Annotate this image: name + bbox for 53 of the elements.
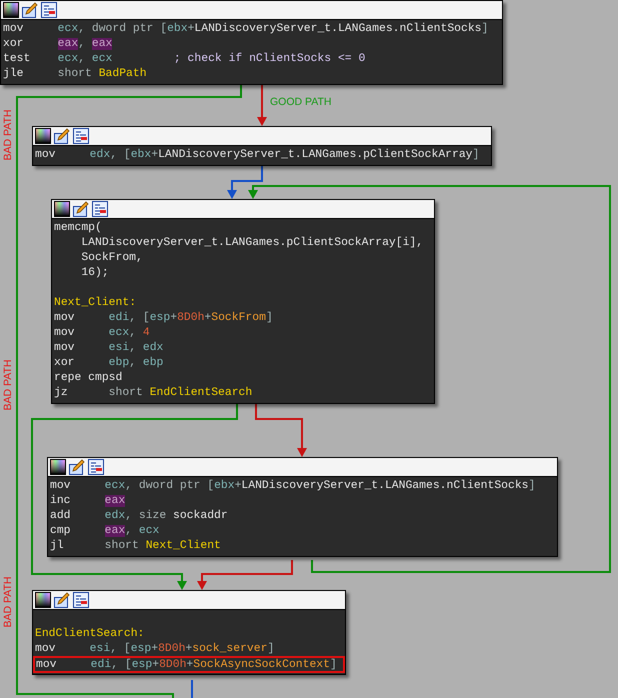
code-line: mov ecx, dword ptr [ebx+LANDiscoveryServer_t.LANGames.nClientSocks] (3, 22, 490, 37)
code-line: mov ecx, dword ptr [ebx+LANDiscoveryServer_t.LANGames.nClientSocks] (50, 479, 536, 494)
graph-icon[interactable] (73, 592, 89, 608)
edge-label: GOOD PATH (270, 96, 332, 108)
graph-icon[interactable] (41, 2, 57, 18)
code-block[interactable]: mov edx, [ebx+LANDiscoveryServer_t.LANGames.pClientSockArray] (32, 126, 492, 166)
color-palette-icon[interactable] (35, 128, 51, 144)
edge-arrow (227, 180, 237, 199)
code-line: test ecx, ecx ; check if nClientSocks <= 0 (3, 52, 366, 67)
color-palette-icon[interactable] (35, 592, 51, 608)
edge-arrow (177, 573, 187, 590)
code-line: xor eax, eax (3, 37, 114, 52)
code-line: inc eax (50, 494, 126, 509)
pencil-icon[interactable] (22, 2, 38, 18)
pencil-icon[interactable] (54, 592, 70, 608)
code-label: Next_Client: (54, 296, 138, 311)
code-line: xor ebp, ebp (54, 356, 164, 371)
graph-icon[interactable] (92, 201, 108, 217)
edge-arrow (257, 85, 267, 126)
edge-label: BAD PATH (2, 576, 14, 628)
code-block[interactable]: memcmp( LANDiscoveryServer_t.LANGames.pClientSockArray[i], SockFrom, 16); Next_Client: mov edi, [esp+8D0h+SockFrom] mov ecx, 4 mov esi, edx xor ebp, ebp repe cmpsd jz short EndClientSearch (51, 199, 435, 404)
code-line: mov ecx, 4 (54, 326, 151, 341)
graph-icon[interactable] (73, 128, 89, 144)
color-palette-icon[interactable] (3, 2, 19, 18)
code-line: memcmp( (54, 221, 103, 236)
code-block[interactable]: mov ecx, dword ptr [ebx+LANDiscoveryServer_t.LANGames.nClientSocks] xor eax, eax test ecx, ecx ; check if nClientSocks <= 0 jle short BadPath (0, 0, 503, 85)
code-line: mov esi, [esp+8D0h+sock_server] (35, 642, 276, 657)
edge-label: BAD PATH (2, 359, 14, 411)
code-label: EndClientSearch: (35, 627, 146, 642)
pencil-icon[interactable] (73, 201, 89, 217)
color-palette-icon[interactable] (50, 459, 66, 475)
code-line: 16); (80, 266, 110, 281)
code-line: jle short BadPath (3, 67, 148, 82)
edge-arrow (248, 185, 258, 199)
code-line: mov edi, [esp+8D0h+SockFrom] (54, 311, 274, 326)
code-line: mov esi, edx (54, 341, 164, 356)
pencil-icon[interactable] (69, 459, 85, 475)
graph-icon[interactable] (88, 459, 104, 475)
code-line: cmp eax, ecx (50, 524, 160, 539)
edge-arrow (197, 573, 207, 590)
edge-arrow (297, 418, 307, 457)
code-line: jl short Next_Client (50, 539, 222, 554)
code-line: LANDiscoveryServer_t.LANGames.pClientSockArray[i], (80, 236, 424, 251)
code-line: jz short EndClientSearch (54, 386, 254, 401)
code-line: add edx, size sockaddr (50, 509, 229, 524)
code-block[interactable]: mov ecx, dword ptr [ebx+LANDiscoveryServer_t.LANGames.nClientSocks] inc eax add edx, size sockaddr cmp eax, ecx jl short Next_Client (47, 457, 558, 557)
code-line: repe cmpsd (54, 371, 124, 386)
code-block[interactable]: EndClientSearch: mov esi, [esp+8D0h+sock_server] mov edi, [esp+8D0h+SockAsyncSockContext] (32, 590, 346, 675)
code-line: SockFrom, (80, 251, 144, 266)
code-line: mov edx, [ebx+LANDiscoveryServer_t.LANGames.pClientSockArray] (35, 148, 480, 163)
edge-label: BAD PATH (2, 109, 14, 161)
pencil-icon[interactable] (54, 128, 70, 144)
color-palette-icon[interactable] (54, 201, 70, 217)
